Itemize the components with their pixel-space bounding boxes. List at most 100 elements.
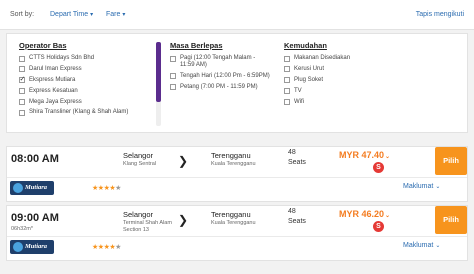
depart-option-label: Pagi (12:00 Tengah Malam - 11:59 AM) xyxy=(180,55,256,68)
checkbox[interactable] xyxy=(170,55,176,62)
depart-option-label: Tengah Hari (12:00 Pm - 6:59PM) xyxy=(180,72,270,79)
checkbox[interactable] xyxy=(19,99,25,106)
amenities-option[interactable]: Kerusi Urut xyxy=(284,66,394,73)
details-toggle-link[interactable]: Maklumat ⌄ xyxy=(403,183,440,190)
details-label: Maklumat xyxy=(403,242,434,249)
trip-duration: 06h32m* xyxy=(11,226,34,232)
depart-filter-title: Masa Berlepas xyxy=(170,41,223,50)
checkbox[interactable] xyxy=(19,88,25,95)
chevron-right-icon: ❯ xyxy=(178,213,189,227)
filter-toggle-link[interactable]: Tapis mengikuti xyxy=(416,11,464,18)
amenities-option[interactable]: Makanan Disediakan xyxy=(284,55,394,62)
operator-option-label: CTTS Holidays Sdn Bhd xyxy=(29,55,95,61)
checkbox[interactable] xyxy=(284,77,290,84)
sort-depart-time-label: Depart Time xyxy=(50,11,89,18)
depart-option[interactable]: Petang (7:00 PM - 11:59 PM) xyxy=(170,84,270,91)
depart-option[interactable]: Tengah Hari (12:00 Pm - 6:59PM) xyxy=(170,73,270,80)
trip-card: 08:00 AM Selangor Klang Sentral ❯ Terengganu… xyxy=(6,146,468,202)
logo-emblem-icon xyxy=(13,242,23,252)
card-divider xyxy=(7,177,467,178)
seats-label: Seats xyxy=(288,218,306,225)
departure-time: 09:00 AM xyxy=(11,212,59,224)
amenities-option-label: Makanan Disediakan xyxy=(294,55,351,61)
chevron-down-icon: ⌄ xyxy=(385,213,391,219)
operator-option[interactable]: Ekspress Mutiara xyxy=(19,76,149,84)
operator-logo: Mutiara xyxy=(10,240,54,254)
fare-price[interactable]: MYR 47.40⌄ xyxy=(339,150,390,160)
rating-stars: ★★★★★ xyxy=(92,243,121,251)
operator-logo-text: Mutiara xyxy=(25,243,48,250)
operator-option-label: Shira Transliner (Klang & Shah Alam) xyxy=(29,109,129,116)
amenities-option-label: Plug Soket xyxy=(294,76,324,83)
star-icon: ★ xyxy=(115,244,121,251)
destination-terminal: Kuala Terengganu xyxy=(211,220,256,226)
sort-fare-label: Fare xyxy=(106,11,121,18)
operator-option-label: Mega Jaya Express xyxy=(29,98,82,105)
chevron-down-icon: ⌄ xyxy=(435,184,441,190)
chevron-right-icon: ❯ xyxy=(178,154,189,168)
operator-option[interactable]: CTTS Holidays Sdn Bhd xyxy=(19,55,149,62)
special-badge-icon: S xyxy=(373,221,384,232)
checkbox[interactable] xyxy=(284,55,290,62)
depart-option[interactable]: Pagi (12:00 Tengah Malam - 11:59 AM) xyxy=(170,55,270,69)
logo-emblem-icon xyxy=(13,183,23,193)
operator-option-label: Darul Iman Express xyxy=(29,65,82,72)
checkbox[interactable] xyxy=(19,55,25,62)
amenities-option[interactable]: TV xyxy=(284,88,394,95)
sort-fare-button[interactable]: Fare ▾ xyxy=(106,11,125,18)
seats-count: 48 xyxy=(288,208,296,215)
destination-state: Terengganu xyxy=(211,151,251,160)
details-label: Maklumat xyxy=(403,183,434,190)
amenities-option-label: Kerusi Urut xyxy=(294,65,325,72)
checkbox[interactable] xyxy=(19,66,25,73)
destination-terminal: Kuala Terengganu xyxy=(211,161,256,167)
departure-time: 08:00 AM xyxy=(11,153,59,165)
amenities-option-label: TV xyxy=(294,87,302,94)
fare-price-value: MYR 46.20 xyxy=(339,209,385,219)
checkbox[interactable] xyxy=(19,76,25,84)
destination-state: Terengganu xyxy=(211,210,251,219)
card-divider xyxy=(7,236,467,237)
origin-terminal: Terminal Shah Alam Section 13 xyxy=(123,220,172,233)
seats-label: Seats xyxy=(288,159,306,166)
fare-price-value: MYR 47.40 xyxy=(339,150,385,160)
checkbox[interactable] xyxy=(19,109,25,116)
operator-filter-title: Operator Bas xyxy=(19,41,67,50)
trip-card: 09:00 AM 06h32m* Selangor Terminal Shah Ala… xyxy=(6,205,468,261)
checkbox[interactable] xyxy=(284,66,290,73)
sort-depart-time-button[interactable]: Depart Time ▾ xyxy=(50,11,93,18)
amenities-option[interactable]: Wifi xyxy=(284,99,394,106)
operator-option[interactable]: Shira Transliner (Klang & Shah Alam) xyxy=(19,109,149,116)
amenities-filter-title: Kemudahan xyxy=(284,41,327,50)
operator-option[interactable]: Mega Jaya Express xyxy=(19,99,149,106)
details-toggle-link[interactable]: Maklumat ⌄ xyxy=(403,242,440,249)
select-trip-button[interactable]: Pilih xyxy=(435,147,467,175)
filter-scrollbar-thumb[interactable] xyxy=(156,42,161,102)
checkbox[interactable] xyxy=(284,99,290,106)
origin-state: Selangor xyxy=(123,210,154,219)
operator-option[interactable]: Express Kesatuan xyxy=(19,88,149,95)
seats-count: 48 xyxy=(288,149,296,156)
operator-option-label: Express Kesatuan xyxy=(29,87,78,94)
rating-stars: ★★★★★ xyxy=(92,184,121,192)
caret-down-icon: ▾ xyxy=(122,12,126,18)
fare-price[interactable]: MYR 46.20⌄ xyxy=(339,209,390,219)
operator-filter-group: Operator Bas CTTS Holidays Sdn Bhd Darul … xyxy=(19,41,149,120)
operator-logo-text: Mutiara xyxy=(25,184,48,191)
chevron-down-icon: ⌄ xyxy=(435,243,441,249)
checkbox[interactable] xyxy=(170,84,176,91)
select-trip-button[interactable]: Pilih xyxy=(435,206,467,234)
chevron-down-icon: ⌄ xyxy=(385,154,391,160)
checkbox[interactable] xyxy=(170,73,176,80)
sort-bar: Sort by: Depart Time ▾ Fare ▾ Tapis mengik… xyxy=(0,0,474,30)
depart-filter-group: Masa Berlepas Pagi (12:00 Tengah Malam -… xyxy=(170,41,270,95)
origin-terminal: Klang Sentral xyxy=(123,161,157,167)
sort-by-label: Sort by: xyxy=(10,11,35,18)
operator-option[interactable]: Darul Iman Express xyxy=(19,66,149,73)
special-badge-icon: S xyxy=(373,162,384,173)
amenities-option[interactable]: Plug Soket xyxy=(284,77,394,84)
amenities-option-label: Wifi xyxy=(294,98,304,105)
checkbox[interactable] xyxy=(284,88,290,95)
amenities-filter-group: Kemudahan Makanan Disediakan Kerusi Urut P… xyxy=(284,41,394,109)
origin-state: Selangor xyxy=(123,151,154,160)
